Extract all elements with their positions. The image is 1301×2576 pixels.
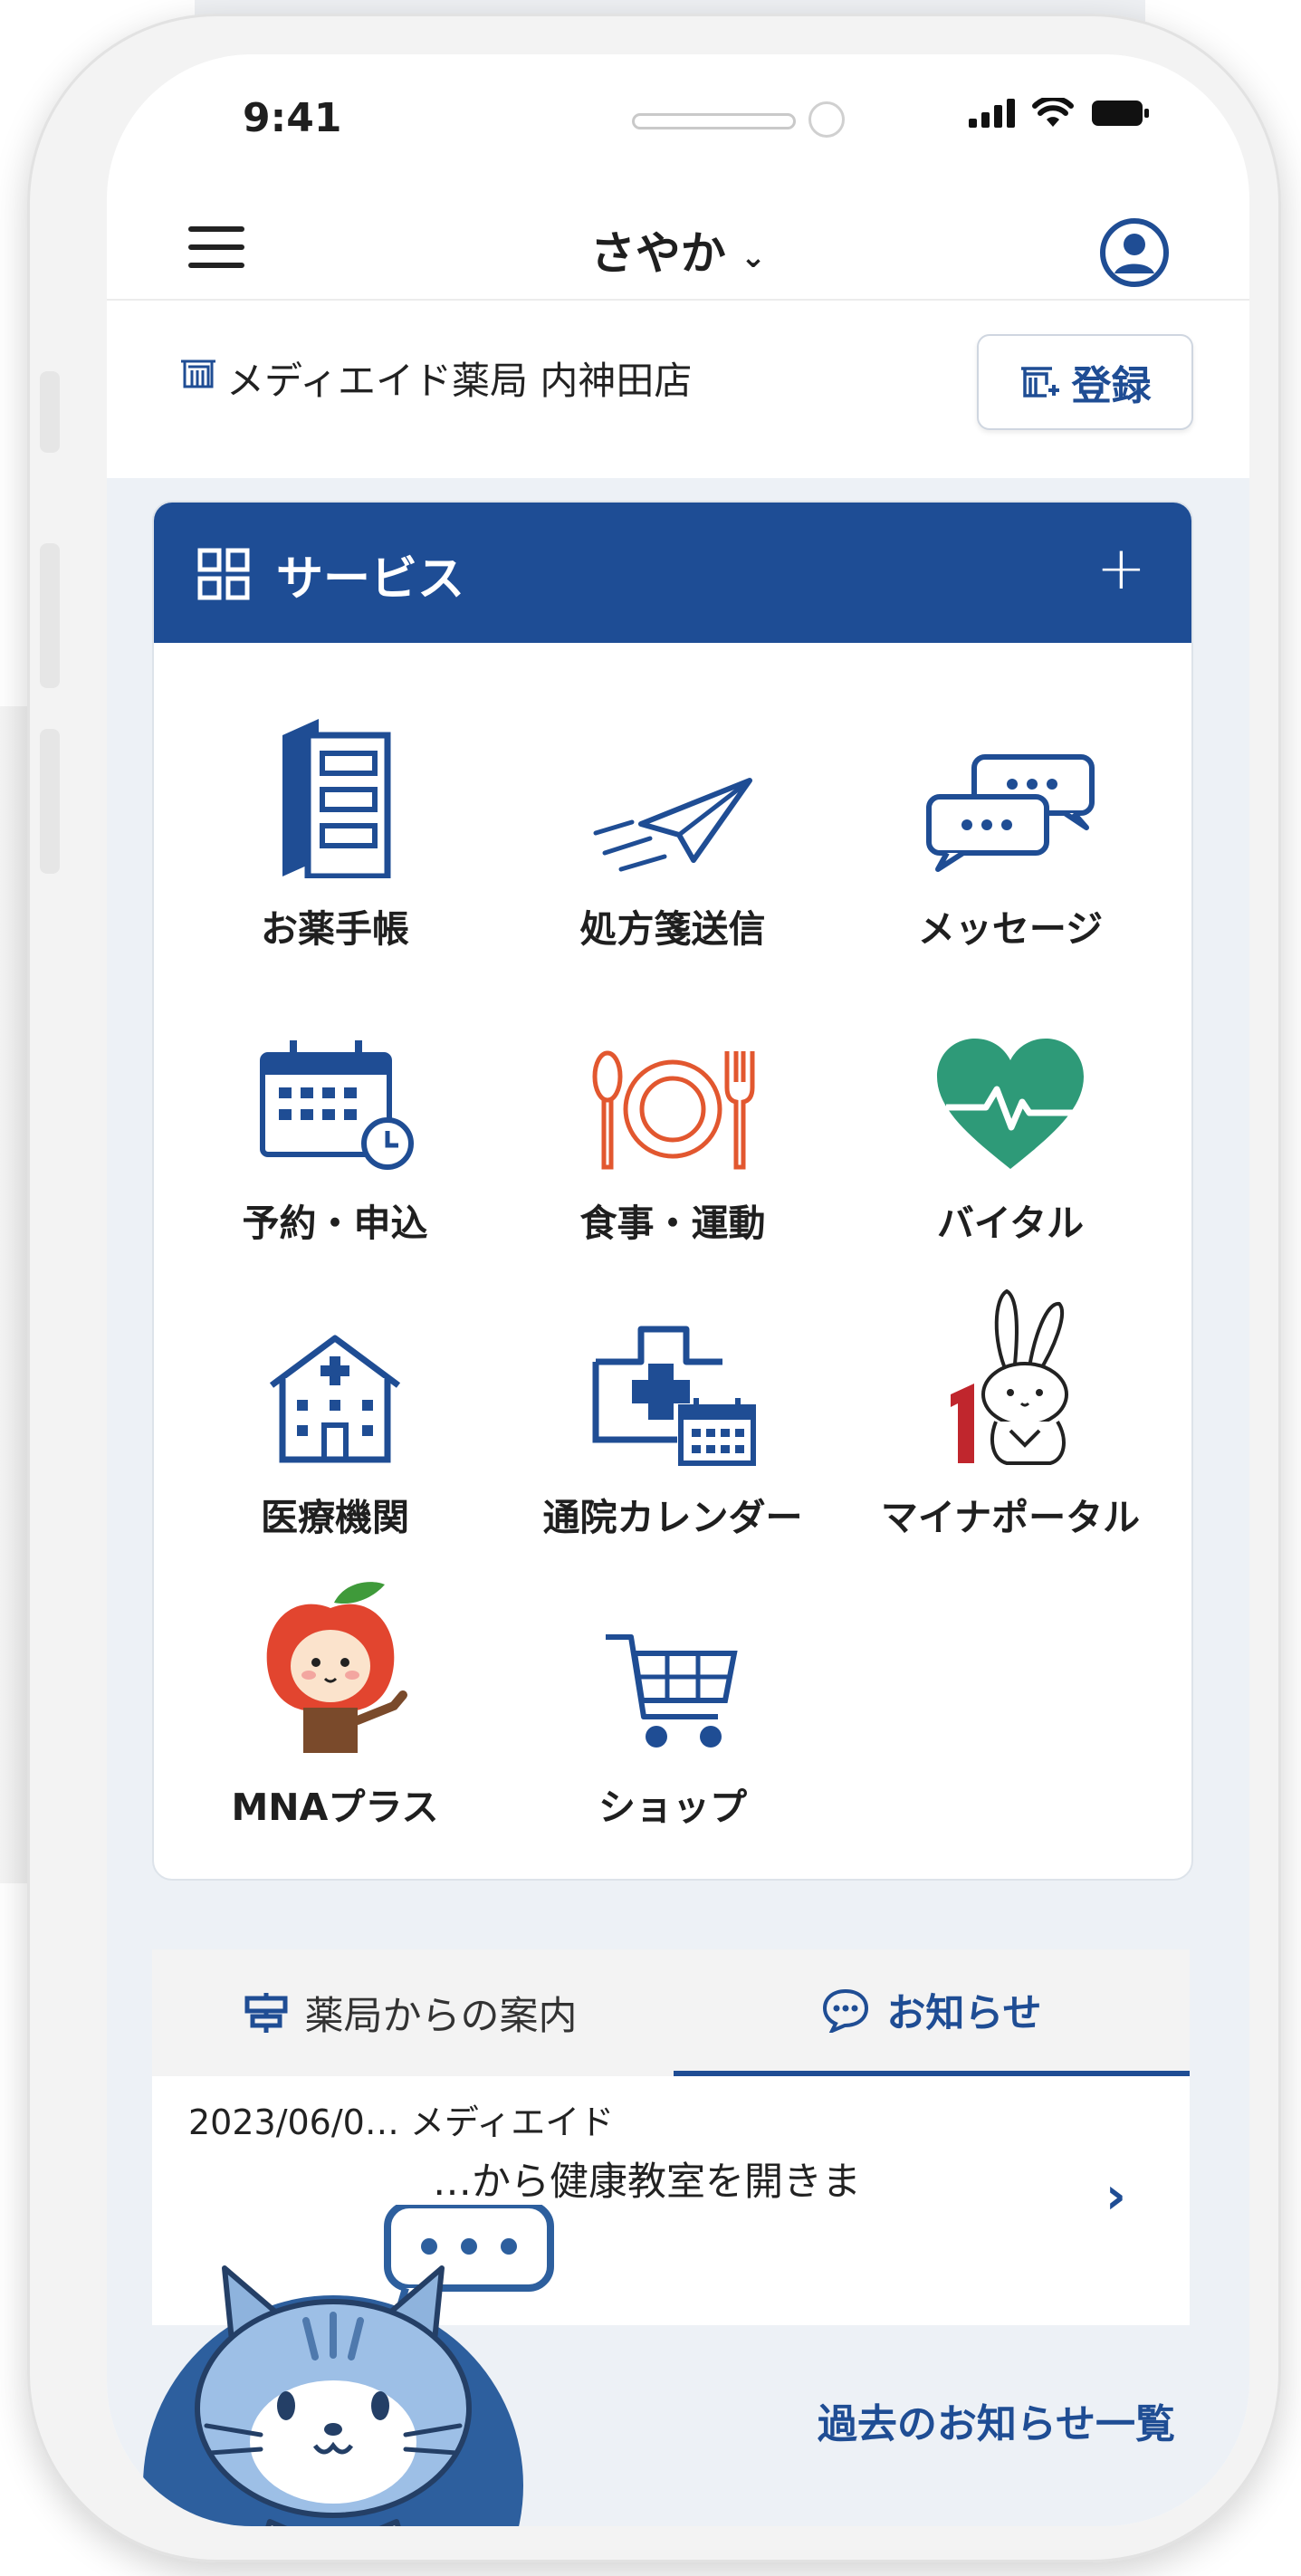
service-label: お薬手帳 (261, 907, 409, 951)
mynaportal-rabbit-icon (951, 1288, 1068, 1465)
signal-icon (969, 99, 1015, 128)
status-icons (969, 98, 1150, 129)
pharmacy-add-icon (1020, 367, 1059, 397)
medicine-notebook-icon (282, 719, 391, 878)
meal-plate-icon (592, 1050, 755, 1170)
service-label: MNAプラス (231, 1786, 439, 1829)
services-header: サービス + (154, 503, 1191, 643)
cat-mascot-assistant[interactable] (107, 2205, 569, 2526)
service-label: 通院カレンダー (542, 1496, 803, 1539)
user-switcher[interactable]: さやか ⌄ (107, 217, 1249, 282)
service-label: 食事・運動 (579, 1202, 766, 1245)
service-label: 医療機関 (261, 1496, 409, 1539)
pharmacy-icon (181, 359, 215, 388)
notch-speaker (632, 113, 796, 129)
service-messages[interactable]: メッセージ (856, 706, 1164, 953)
app-header: さやか ⌄ (107, 190, 1249, 301)
phone-side-button (40, 371, 60, 453)
status-time: 9:41 (243, 95, 342, 141)
service-meal-exercise[interactable]: 食事・運動 (519, 1001, 827, 1247)
speech-bubble-icon (823, 1988, 869, 2033)
past-notices-link[interactable]: 過去のお知らせ一覧 (818, 2391, 1175, 2449)
heart-pulse-icon (937, 1039, 1084, 1169)
service-visit-calendar[interactable]: 通院カレンダー (519, 1295, 827, 1541)
hospital-calendar-icon (592, 1326, 756, 1466)
services-card: サービス + お薬手帳 処方箋送信 メッセージ 予約・申込 食事・運動 バイタル… (152, 501, 1193, 1881)
service-vitals[interactable]: バイタル (856, 1001, 1164, 1247)
add-service-button[interactable]: + (1096, 533, 1146, 603)
user-name: さやか (589, 227, 726, 280)
tab-pharmacy-info[interactable]: 薬局からの案内 (152, 1949, 668, 2076)
service-mynaportal[interactable]: マイナポータル (856, 1288, 1164, 1541)
hospital-icon (269, 1335, 401, 1463)
battery-icon (1092, 101, 1149, 126)
phone-side-button (40, 543, 60, 688)
news-date-source: 2023/06/0… メディエイド (188, 2102, 615, 2142)
calendar-clock-icon (260, 1040, 414, 1170)
notch-camera (808, 101, 845, 138)
service-label: 予約・申込 (242, 1202, 428, 1245)
tab-notices-label: お知らせ (886, 1991, 1042, 2036)
chevron-right-icon: › (1105, 2167, 1126, 2226)
service-label: マイナポータル (880, 1496, 1141, 1539)
shopping-cart-icon (606, 1634, 738, 1748)
info-tabs: 薬局からの案内 お知らせ (152, 1949, 1190, 2076)
chevron-down-icon: ⌄ (740, 238, 767, 275)
service-mna-plus[interactable]: MNAプラス (181, 1582, 489, 1831)
apple-mascot-icon (266, 1582, 407, 1753)
register-label: 登録 (1071, 363, 1152, 409)
service-label: メッセージ (917, 907, 1104, 951)
service-label: ショップ (598, 1786, 747, 1829)
service-medical-institution[interactable]: 医療機関 (181, 1295, 489, 1541)
service-label: バイタル (936, 1202, 1085, 1245)
tab-notices[interactable]: お知らせ (674, 1949, 1190, 2076)
pharmacy-name: メディエイド薬局 内神田店 (226, 359, 693, 403)
paper-plane-icon (593, 778, 752, 872)
grid-icon (197, 548, 250, 600)
service-prescription-send[interactable]: 処方箋送信 (519, 706, 827, 953)
phone-side-button (40, 729, 60, 874)
signboard-icon (244, 1993, 287, 2033)
service-label: 処方箋送信 (579, 907, 766, 951)
services-title: サービス (276, 552, 465, 607)
chat-bubbles-icon (926, 754, 1095, 872)
wifi-icon (1032, 98, 1074, 127)
account-icon[interactable] (1099, 217, 1170, 288)
service-reservation[interactable]: 予約・申込 (181, 1001, 489, 1247)
service-medicine-notebook[interactable]: お薬手帳 (181, 706, 489, 953)
pharmacy-bar: メディエイド薬局 内神田店 登録 (107, 301, 1249, 436)
phone-frame: 9:41 さやか ⌄ メディエイド薬局 内神田店 登録 サービス + お薬手帳 … (27, 14, 1281, 2562)
app-screen: 9:41 さやか ⌄ メディエイド薬局 内神田店 登録 サービス + お薬手帳 … (107, 54, 1249, 2526)
status-bar: 9:41 (107, 54, 1249, 190)
tab-pharmacy-info-label: 薬局からの案内 (304, 1994, 578, 2039)
service-shop[interactable]: ショップ (519, 1585, 827, 1831)
register-pharmacy-button[interactable]: 登録 (977, 334, 1193, 430)
